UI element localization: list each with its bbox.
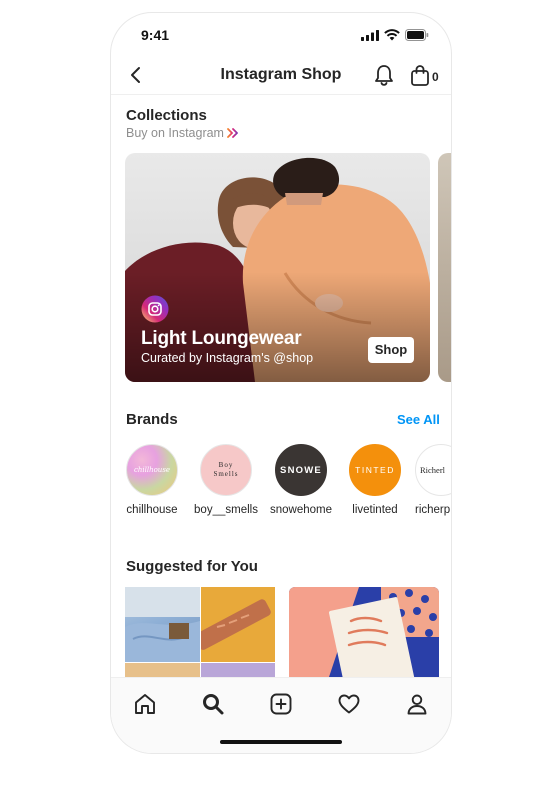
shop-button[interactable]: Shop xyxy=(368,337,414,363)
product-tile-3[interactable] xyxy=(125,663,200,677)
product-image xyxy=(201,599,271,650)
heart-icon xyxy=(338,694,360,714)
home-indicator xyxy=(220,740,342,744)
instagram-icon xyxy=(141,295,169,323)
collection-card-light-loungewear[interactable]: Light Loungewear Curated by Instagram's … xyxy=(125,153,430,382)
brand-logo-text: SNOWE xyxy=(280,464,322,476)
search-tab[interactable] xyxy=(199,690,227,718)
home-icon xyxy=(135,694,155,714)
brand-label: livetinted xyxy=(352,504,398,516)
battery-icon xyxy=(405,29,429,41)
product-tile-bedding[interactable] xyxy=(125,587,200,662)
create-tab[interactable] xyxy=(267,690,295,718)
double-chevron-icon xyxy=(227,128,238,138)
brand-label: boy__smells xyxy=(194,504,258,516)
brand-logo: TINTED xyxy=(349,444,401,496)
brand-richerp[interactable]: Richerl richerp xyxy=(415,444,451,516)
brand-snowehome[interactable]: SNOWE snowehome xyxy=(267,444,335,516)
brand-label: snowehome xyxy=(269,504,332,516)
brand-logo: Boy Smells xyxy=(200,444,252,496)
status-time: 9:41 xyxy=(141,27,170,43)
brand-logo-text: Boy Smells xyxy=(213,461,239,478)
home-tab[interactable] xyxy=(131,690,159,718)
search-icon xyxy=(203,694,224,715)
collection-card-next[interactable] xyxy=(438,153,451,382)
bag-icon[interactable] xyxy=(409,63,431,87)
signal-icon xyxy=(361,29,379,41)
collections-title: Collections xyxy=(126,107,207,124)
product-tile-cards[interactable] xyxy=(289,587,439,677)
brand-boy-smells[interactable]: Boy Smells boy__smells xyxy=(192,444,260,516)
page-title: Instagram Shop xyxy=(220,66,342,83)
brand-logo-text: Richerl xyxy=(420,465,446,475)
card-gradient-overlay xyxy=(125,272,430,382)
product-image xyxy=(125,587,200,662)
status-icons xyxy=(361,29,429,41)
brand-label: chillhouse xyxy=(126,504,178,516)
brand-label: richerp xyxy=(415,504,451,516)
collection-subtitle: Curated by Instagram's @shop xyxy=(141,351,314,365)
status-bar: 9:41 xyxy=(111,13,451,59)
collection-title: Light Loungewear xyxy=(141,328,302,349)
profile-icon xyxy=(407,694,427,715)
bell-icon[interactable] xyxy=(373,63,395,87)
bottom-tab-bar xyxy=(111,677,451,753)
brand-logo-text: chillhouse xyxy=(133,466,171,474)
brand-livetinted[interactable]: TINTED livetinted xyxy=(341,444,409,516)
product-tile-4[interactable] xyxy=(201,663,275,677)
see-all-link[interactable]: See All xyxy=(397,412,440,427)
nav-header: Instagram Shop 0 xyxy=(111,59,451,95)
bag-count: 0 xyxy=(432,70,439,84)
brand-logo: SNOWE xyxy=(275,444,327,496)
brand-logo: chillhouse xyxy=(126,444,178,496)
collections-subtitle: Buy on Instagram xyxy=(126,126,224,140)
brands-title: Brands xyxy=(126,411,178,428)
product-tile-lip-balm[interactable] xyxy=(201,587,275,662)
phone-frame: 9:41 Instagram Shop 0 Collections Buy on… xyxy=(110,12,452,754)
brand-logo: Richerl xyxy=(415,444,451,496)
brand-chillhouse[interactable]: chillhouse chillhouse xyxy=(118,444,186,516)
profile-tab[interactable] xyxy=(403,690,431,718)
wifi-icon xyxy=(384,29,400,41)
brand-logo-text: TINTED xyxy=(355,465,395,475)
add-icon xyxy=(270,693,292,715)
suggested-title: Suggested for You xyxy=(126,558,258,575)
product-image xyxy=(289,587,439,677)
collections-subtitle-row[interactable]: Buy on Instagram xyxy=(126,126,239,140)
activity-tab[interactable] xyxy=(335,690,363,718)
